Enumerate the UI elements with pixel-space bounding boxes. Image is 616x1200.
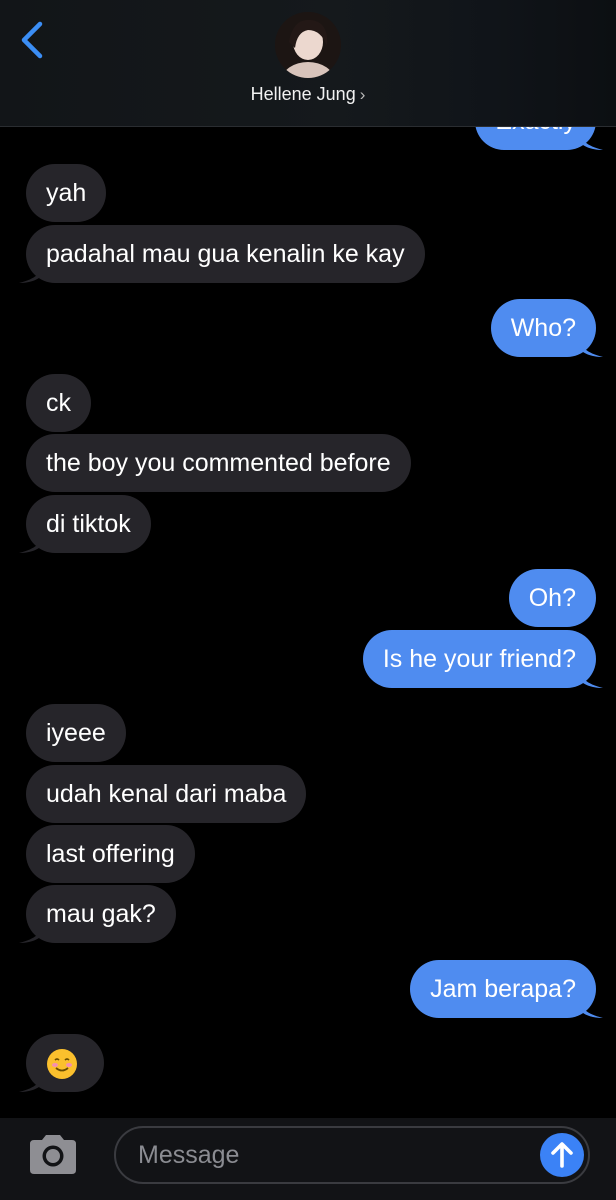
send-button[interactable] bbox=[540, 1133, 584, 1177]
contact-name-label: Hellene Jung bbox=[250, 84, 356, 104]
bubble-tail bbox=[579, 996, 603, 1018]
chevron-right-icon: › bbox=[359, 85, 366, 104]
message-bubble-incoming: last offering bbox=[26, 825, 195, 883]
conversation-header: Hellene Jung › bbox=[0, 0, 616, 127]
message-bubble-incoming: the boy you commented before bbox=[26, 434, 411, 492]
contact-name[interactable]: Hellene Jung › bbox=[0, 84, 616, 105]
bubble-tail bbox=[579, 666, 603, 688]
arrow-up-icon bbox=[551, 1142, 573, 1168]
message-bubble-incoming: mau gak? bbox=[19, 885, 176, 943]
message-bubble-incoming: iyeee bbox=[26, 704, 126, 762]
contact-avatar[interactable] bbox=[275, 12, 341, 78]
message-placeholder: Message bbox=[138, 1141, 240, 1169]
bubble-tail bbox=[19, 921, 43, 943]
bubble-tail bbox=[19, 261, 43, 283]
message-bubble-incoming: udah kenal dari maba bbox=[26, 765, 307, 823]
message-bubble-incoming: di tiktok bbox=[19, 495, 151, 553]
message-bubble-outgoing: Who? bbox=[490, 299, 603, 357]
message-bubble-outgoing: Oh? bbox=[508, 569, 596, 627]
message-bubble-outgoing: Is he your friend? bbox=[362, 630, 603, 688]
chevron-left-icon[interactable] bbox=[16, 20, 50, 60]
bubble-tail bbox=[19, 531, 43, 553]
bubble-tail bbox=[579, 335, 603, 357]
message-input[interactable]: Message bbox=[114, 1126, 590, 1184]
message-bubble-incoming: yah bbox=[26, 164, 107, 222]
message-bubble-incoming: padahal mau gua kenalin ke kay bbox=[19, 225, 425, 283]
bubble-tail bbox=[19, 1070, 43, 1092]
message-bubble-outgoing: Jam berapa? bbox=[410, 960, 603, 1018]
avatar-photo bbox=[275, 12, 341, 78]
camera-icon[interactable] bbox=[26, 1132, 80, 1176]
message-thread[interactable]: Exactly yah padahal mau gua kenalin ke k… bbox=[0, 0, 616, 1118]
bubble-tail bbox=[579, 128, 603, 150]
smiling-face-emoji-icon bbox=[47, 1049, 77, 1079]
message-bubble-incoming: ck bbox=[26, 374, 91, 432]
